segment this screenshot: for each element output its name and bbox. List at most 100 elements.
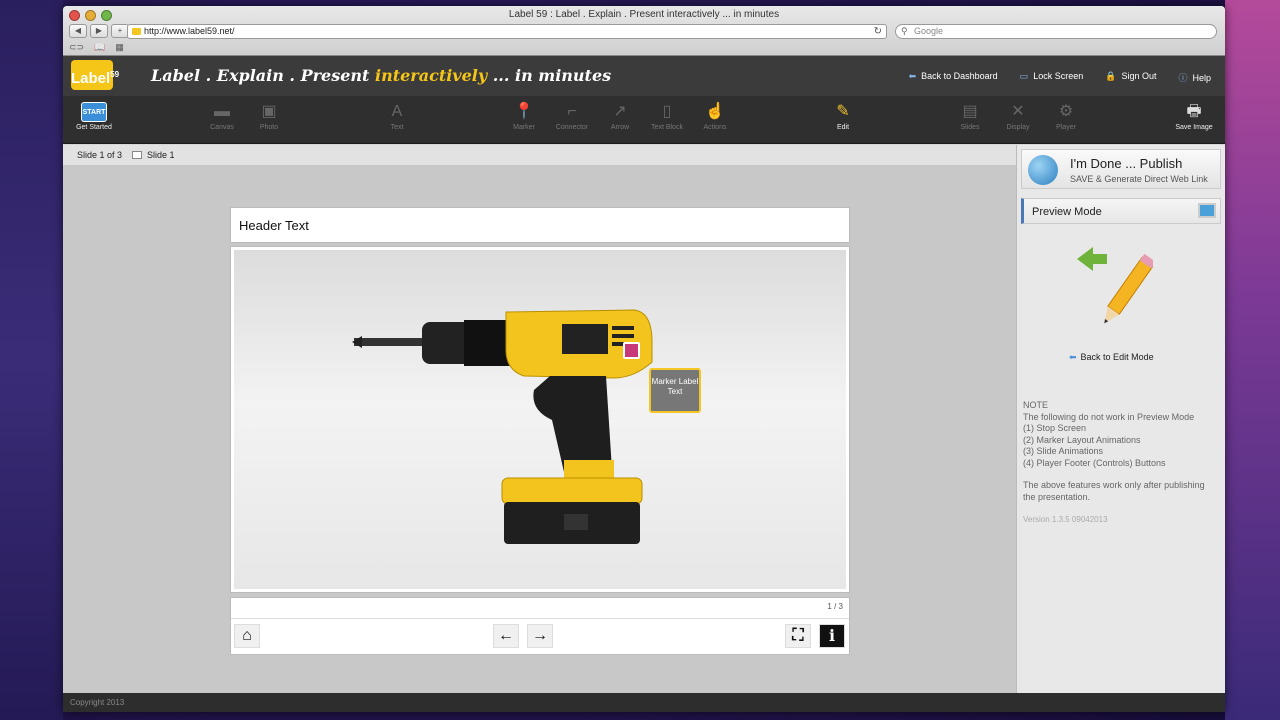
slide-image-frame: Marker Label Text <box>230 246 850 593</box>
publish-title: I'm Done ... Publish <box>1070 156 1183 171</box>
hand-pointer-icon: ☝ <box>705 103 725 120</box>
text-block-tool[interactable]: ▯ Text Block <box>642 102 692 131</box>
help-link[interactable]: ⓘ Help <box>1178 71 1211 84</box>
pencil-icon: ✎ <box>836 103 850 120</box>
home-button[interactable]: ⌂ <box>234 624 260 648</box>
back-button[interactable]: ◀ <box>69 24 87 38</box>
text-label: Text <box>390 124 404 131</box>
note-title: NOTE <box>1023 400 1049 410</box>
player-footer: 1 / 3 ⌂ ← → ⛶ i <box>230 597 850 655</box>
fullscreen-icon: ⛶ <box>792 627 804 644</box>
printer-icon: 🖶 <box>1186 103 1202 120</box>
save-image-tool[interactable]: 🖶 Save Image <box>1169 102 1219 131</box>
back-to-dashboard-link[interactable]: ⬅ Back to Dashboard <box>909 71 998 84</box>
back-to-edit-link[interactable]: ⬅ Back to Edit Mode <box>1069 352 1154 363</box>
help-label: Help <box>1192 73 1211 83</box>
note-intro: The following do not work in Preview Mod… <box>1023 411 1195 422</box>
reload-icon[interactable]: ↻ <box>874 25 882 38</box>
arrow-label: Arrow <box>610 124 630 131</box>
back-to-dashboard-label: Back to Dashboard <box>921 71 998 81</box>
desktop-background-left <box>0 0 63 720</box>
app-tagline: Label . Explain . Present interactively … <box>151 66 611 85</box>
search-icon: ⚲ <box>901 26 908 36</box>
sign-out-link[interactable]: 🔒 Sign Out <box>1105 71 1156 84</box>
bookmarks-bar: ⊂⊃ 📖 ▦ <box>69 42 124 53</box>
map-pin-icon: 📍 <box>514 103 534 120</box>
connector-icon: ⌐ <box>567 103 577 120</box>
slides-label: Slides <box>960 124 980 131</box>
back-arrow-icon: ⬅ <box>908 71 917 81</box>
arrow-icon: ↗ <box>613 103 627 120</box>
display-tool[interactable]: ✕ Display <box>993 102 1043 131</box>
arrow-tool[interactable]: ↗ Arrow <box>595 102 645 131</box>
sign-out-label: Sign Out <box>1121 71 1157 81</box>
edit-label: Edit <box>836 124 850 131</box>
slide-tab[interactable]: Slide 1 <box>132 150 175 160</box>
forward-button[interactable]: ▶ <box>90 24 108 38</box>
fullscreen-button[interactable]: ⛶ <box>785 624 811 648</box>
photo-tool[interactable]: ▣ Photo <box>244 102 294 131</box>
reading-list-icon[interactable]: ⊂⊃ <box>69 42 84 53</box>
label59-logo[interactable]: Label59 <box>71 60 119 90</box>
back-to-edit-pencil-icon[interactable] <box>1073 245 1153 335</box>
navigation-buttons: ◀ ▶ + <box>69 24 129 38</box>
info-icon: ⓘ <box>1178 73 1188 83</box>
home-icon: ⌂ <box>242 627 252 644</box>
connector-label: Connector <box>555 124 589 131</box>
slide-header[interactable]: Header Text <box>230 207 850 243</box>
logo-number: 59 <box>110 70 120 79</box>
browser-titlebar: Label 59 : Label . Explain . Present int… <box>63 6 1225 56</box>
tagline-highlight: interactively <box>375 66 488 85</box>
canvas-tool[interactable]: ▬ Canvas <box>197 102 247 131</box>
get-started-label: Get Started <box>76 124 112 131</box>
next-slide-button[interactable]: → <box>527 624 553 648</box>
preview-note: NOTE The following do not work in Previe… <box>1023 400 1219 526</box>
back-arrow-icon: ⬅ <box>1069 352 1077 362</box>
text-tool[interactable]: A Text <box>372 102 422 131</box>
player-label: Player <box>1056 124 1076 131</box>
globe-icon <box>1028 155 1058 185</box>
logo-text: Label <box>71 70 111 87</box>
bookmarks-book-icon[interactable]: 📖 <box>94 42 105 53</box>
marker-pin[interactable] <box>623 342 640 359</box>
tools-icon: ✕ <box>1011 103 1025 120</box>
monitor-icon <box>1198 203 1216 218</box>
url-text: http://www.label59.net/ <box>144 26 235 36</box>
tagline-part1: Label . Explain . Present <box>151 66 370 85</box>
text-icon: A <box>391 103 403 120</box>
slide-header-text: Header Text <box>239 218 309 233</box>
note-item: (4) Player Footer (Controls) Buttons <box>1023 457 1166 468</box>
edit-tool[interactable]: ✎ Edit <box>818 102 868 131</box>
drill-photo: Marker Label Text <box>234 250 846 589</box>
publish-subtitle: SAVE & Generate Direct Web Link <box>1070 174 1208 184</box>
display-label: Display <box>1006 124 1030 131</box>
window-title: Label 59 : Label . Explain . Present int… <box>508 9 780 20</box>
publish-button[interactable]: I'm Done ... Publish SAVE & Generate Dir… <box>1021 149 1221 189</box>
address-bar[interactable]: http://www.label59.net/ ↻ <box>127 24 887 39</box>
actions-label: Actions <box>703 124 727 131</box>
lock-screen-icon: ▭ <box>1019 71 1029 81</box>
previous-slide-button[interactable]: ← <box>493 624 519 648</box>
marker-label-box[interactable]: Marker Label Text <box>649 368 701 413</box>
editor-toolbar: START Get Started ▬ Canvas ▣ Photo A Text 📍… <box>63 96 1225 144</box>
connector-tool[interactable]: ⌐ Connector <box>547 102 597 131</box>
search-input[interactable]: ⚲ Google <box>895 24 1217 39</box>
slides-tool[interactable]: ▤ Slides <box>945 102 995 131</box>
player-tool[interactable]: ⚙ Player <box>1041 102 1091 131</box>
slide-workspace: Header Text Marker Label Text 1 / 3 ⌂ ← … <box>63 165 1016 693</box>
slide-position: Slide 1 of 3 <box>77 150 123 160</box>
info-button[interactable]: i <box>819 624 845 648</box>
browser-window: Label 59 : Label . Explain . Present int… <box>63 6 1225 712</box>
slide-tab-label: Slide 1 <box>147 150 175 160</box>
tagline-part2: ... in minutes <box>492 66 612 85</box>
app-header: Label59 Label . Explain . Present intera… <box>63 56 1225 96</box>
marker-label: Marker <box>513 124 535 131</box>
back-to-edit-label: Back to Edit Mode <box>1080 352 1154 362</box>
marker-tool[interactable]: 📍 Marker <box>499 102 549 131</box>
get-started-tool[interactable]: START Get Started <box>69 102 119 131</box>
header-links: ⬅ Back to Dashboard ▭ Lock Screen 🔒 Sign Ou… <box>909 71 1211 84</box>
top-sites-grid-icon[interactable]: ▦ <box>115 42 124 53</box>
actions-tool[interactable]: ☝ Actions <box>690 102 740 131</box>
lock-screen-link[interactable]: ▭ Lock Screen <box>1020 71 1084 84</box>
note-item: (1) Stop Screen <box>1023 423 1087 433</box>
